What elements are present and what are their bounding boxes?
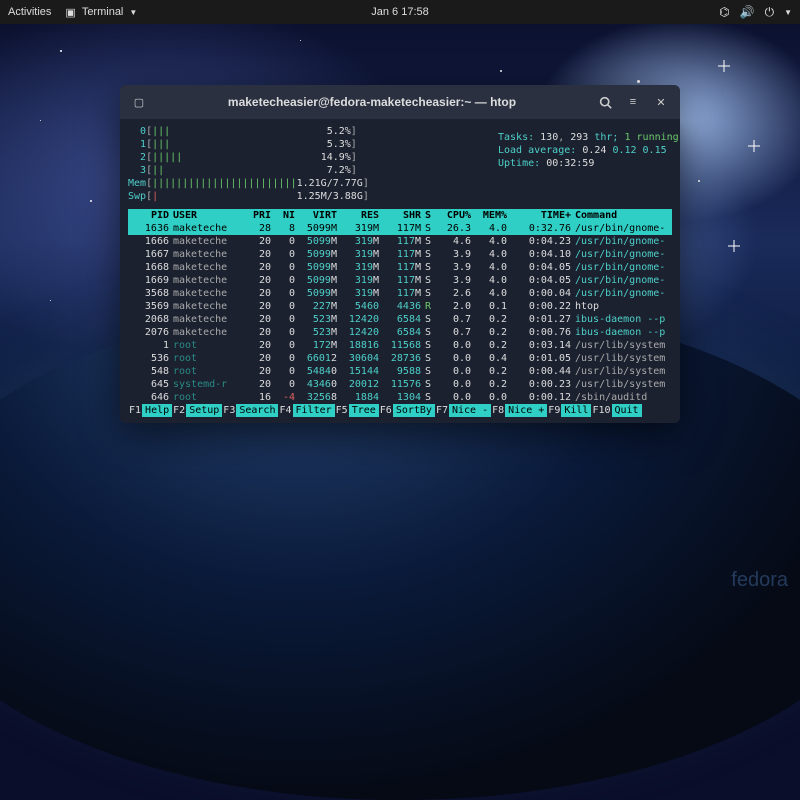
process-row[interactable]: 2076 maketeche 20 0 523M 12420 6584 S 0.…	[128, 326, 672, 339]
fkey-label[interactable]: Quit	[612, 404, 642, 417]
process-row[interactable]: 548 root 20 0 54840 15144 9588 S 0.0 0.2…	[128, 365, 672, 378]
terminal-body[interactable]: 0[||| 5.2%] 1[||| 5.3%] 2[||||| 14.9%] 3…	[120, 119, 680, 423]
process-row[interactable]: 3568 maketeche 20 0 5099M 319M 117M S 2.…	[128, 287, 672, 300]
fkey-label[interactable]: SortBy	[393, 404, 435, 417]
process-row[interactable]: 2068 maketeche 20 0 523M 12420 6584 S 0.…	[128, 313, 672, 326]
fkey-F2: F2	[172, 404, 186, 417]
fkey-label[interactable]: Help	[142, 404, 172, 417]
search-button[interactable]	[592, 89, 618, 115]
activities-button[interactable]: Activities	[8, 6, 51, 18]
fkey-F7: F7	[435, 404, 449, 417]
fkey-label[interactable]: Nice +	[505, 404, 547, 417]
fkey-F5: F5	[335, 404, 349, 417]
terminal-icon: ▣	[65, 6, 75, 19]
process-row[interactable]: 1668 maketeche 20 0 5099M 319M 117M S 3.…	[128, 261, 672, 274]
process-header[interactable]: PIDUSERPRINIVIRTRESSHRSCPU%MEM%TIME+Comm…	[128, 209, 672, 222]
fkey-label[interactable]: Setup	[186, 404, 222, 417]
process-row[interactable]: 1 root 20 0 172M 18816 11568 S 0.0 0.2 0…	[128, 339, 672, 352]
fkey-F9: F9	[547, 404, 561, 417]
process-row[interactable]: 1636 maketeche 28 8 5099M 319M 117M S 26…	[128, 222, 672, 235]
new-tab-button[interactable]: ▢	[126, 89, 152, 115]
power-icon[interactable]: ⏻	[765, 5, 775, 20]
hamburger-icon: ≡	[630, 96, 636, 108]
fkey-F6: F6	[379, 404, 393, 417]
fkey-F1: F1	[128, 404, 142, 417]
process-row[interactable]: 1667 maketeche 20 0 5099M 319M 117M S 3.…	[128, 248, 672, 261]
fkey-label[interactable]: Tree	[349, 404, 379, 417]
system-menu-chevron-icon[interactable]: ▼	[784, 8, 792, 17]
process-row[interactable]: 536 root 20 0 66012 30604 28736 S 0.0 0.…	[128, 352, 672, 365]
volume-icon[interactable]: 🔊	[740, 5, 755, 19]
menu-button[interactable]: ≡	[620, 89, 646, 115]
network-icon[interactable]: ⌬	[719, 5, 729, 19]
app-menu[interactable]: ▣ Terminal ▼	[65, 6, 137, 19]
fkey-label[interactable]: Filter	[293, 404, 335, 417]
fkey-label[interactable]: Kill	[561, 404, 591, 417]
process-row[interactable]: 1669 maketeche 20 0 5099M 319M 117M S 3.…	[128, 274, 672, 287]
fkey-F4: F4	[278, 404, 292, 417]
fkey-label[interactable]: Nice -	[449, 404, 491, 417]
fkey-F3: F3	[222, 404, 236, 417]
chevron-down-icon: ▼	[129, 8, 137, 17]
titlebar[interactable]: ▢ maketecheasier@fedora-maketecheasier:~…	[120, 85, 680, 119]
process-row[interactable]: 1666 maketeche 20 0 5099M 319M 117M S 4.…	[128, 235, 672, 248]
close-button[interactable]: ✕	[648, 89, 674, 115]
fkey-F8: F8	[491, 404, 505, 417]
process-row[interactable]: 3569 maketeche 20 0 227M 5460 4436 R 2.0…	[128, 300, 672, 313]
terminal-window: ▢ maketecheasier@fedora-maketecheasier:~…	[120, 85, 680, 423]
fedora-watermark: fedora	[731, 569, 788, 592]
search-icon	[599, 96, 612, 109]
app-name: Terminal	[82, 6, 124, 18]
gnome-topbar: Activities ▣ Terminal ▼ Jan 6 17:58 ⌬ 🔊 …	[0, 0, 800, 24]
window-title: maketecheasier@fedora-maketecheasier:~ —…	[152, 95, 592, 109]
process-row[interactable]: 645 systemd-r 20 0 43460 20012 11576 S 0…	[128, 378, 672, 391]
fkey-label[interactable]: Search	[236, 404, 278, 417]
close-icon: ✕	[656, 96, 665, 109]
fkey-F10: F10	[591, 404, 611, 417]
function-keys: F1HelpF2SetupF3SearchF4FilterF5TreeF6Sor…	[128, 404, 672, 417]
process-row[interactable]: 646 root 16 -4 32568 1884 1304 S 0.0 0.0…	[128, 391, 672, 404]
clock[interactable]: Jan 6 17:58	[371, 6, 429, 18]
